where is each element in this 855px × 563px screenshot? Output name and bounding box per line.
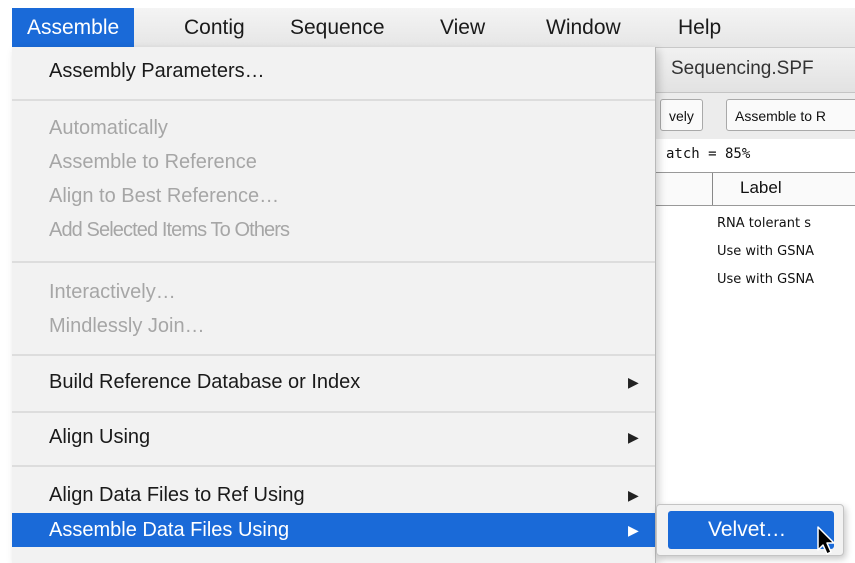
menu-item-assemble-to-reference: Assemble to Reference <box>12 145 655 179</box>
table-row[interactable]: RNA tolerant s <box>717 216 811 231</box>
match-info-text: atch = 85% <box>666 146 751 162</box>
menu-item-align-using[interactable]: Align Using ▶ <box>12 420 655 454</box>
menu-item-automatically: Automatically <box>12 111 655 145</box>
mouse-pointer-icon <box>817 526 835 555</box>
menu-help[interactable]: Help <box>678 8 721 47</box>
background-document-window: Sequencing.SPF vely Assemble to R atch =… <box>655 48 855 563</box>
menu-item-build-reference-database[interactable]: Build Reference Database or Index ▶ <box>12 365 655 399</box>
column-separator[interactable] <box>712 173 713 205</box>
menu-sequence[interactable]: Sequence <box>290 8 385 47</box>
menu-item-label: Mindlessly Join… <box>49 315 205 337</box>
menu-window[interactable]: Window <box>546 8 621 47</box>
menu-item-label: Add Selected Items To Others <box>49 219 290 241</box>
menu-separator <box>12 354 655 356</box>
submenu-item-velvet[interactable]: Velvet… <box>668 511 834 549</box>
label-column-header[interactable]: Label <box>740 178 782 198</box>
menu-item-label: Build Reference Database or Index <box>49 371 361 393</box>
window-titlebar[interactable]: Sequencing.SPF <box>656 48 855 93</box>
menu-separator <box>12 261 655 263</box>
table-row[interactable]: Use with GSNA <box>717 272 814 287</box>
menu-item-label: Assembly Parameters… <box>49 60 265 82</box>
table-header: Label <box>656 172 855 206</box>
menu-item-add-selected-items: Add Selected Items To Others <box>12 213 655 247</box>
menu-item-align-data-files[interactable]: Align Data Files to Ref Using ▶ <box>12 478 655 512</box>
submenu-arrow-icon: ▶ <box>628 429 639 445</box>
menu-item-mindlessly-join: Mindlessly Join… <box>12 309 655 343</box>
menu-item-label: Interactively… <box>49 281 176 303</box>
menu-item-interactively: Interactively… <box>12 275 655 309</box>
menu-item-label: Align Data Files to Ref Using <box>49 484 305 506</box>
assemble-dropdown-menu: Assembly Parameters… Automatically Assem… <box>12 47 656 563</box>
menu-item-label: Automatically <box>49 117 168 139</box>
menu-item-label: Assemble to Reference <box>49 151 257 173</box>
menu-assemble[interactable]: Assemble <box>12 8 135 47</box>
menu-bar: Assemble Contig Sequence View Window Hel… <box>12 8 855 48</box>
menu-item-align-to-best-reference: Align to Best Reference… <box>12 179 655 213</box>
submenu-arrow-icon: ▶ <box>628 522 639 538</box>
menu-item-label: Align Using <box>49 426 151 448</box>
menu-separator <box>12 465 655 467</box>
menu-separator <box>12 411 655 413</box>
window-toolbar: vely Assemble to R <box>656 93 855 139</box>
menu-item-assemble-data-files[interactable]: Assemble Data Files Using ▶ <box>12 513 655 547</box>
menu-separator <box>12 99 655 101</box>
menu-item-assembly-parameters[interactable]: Assembly Parameters… <box>12 54 655 88</box>
menu-contig[interactable]: Contig <box>184 8 245 47</box>
menu-view[interactable]: View <box>440 8 485 47</box>
table-row[interactable]: Use with GSNA <box>717 244 814 259</box>
assemble-to-reference-button[interactable]: Assemble to R <box>726 99 855 131</box>
menu-item-label: Align to Best Reference… <box>49 185 280 207</box>
interactively-button[interactable]: vely <box>660 99 703 131</box>
submenu-arrow-icon: ▶ <box>628 487 639 503</box>
window-title: Sequencing.SPF <box>671 58 814 79</box>
submenu-arrow-icon: ▶ <box>628 374 639 390</box>
menu-item-label: Assemble Data Files Using <box>49 519 290 541</box>
